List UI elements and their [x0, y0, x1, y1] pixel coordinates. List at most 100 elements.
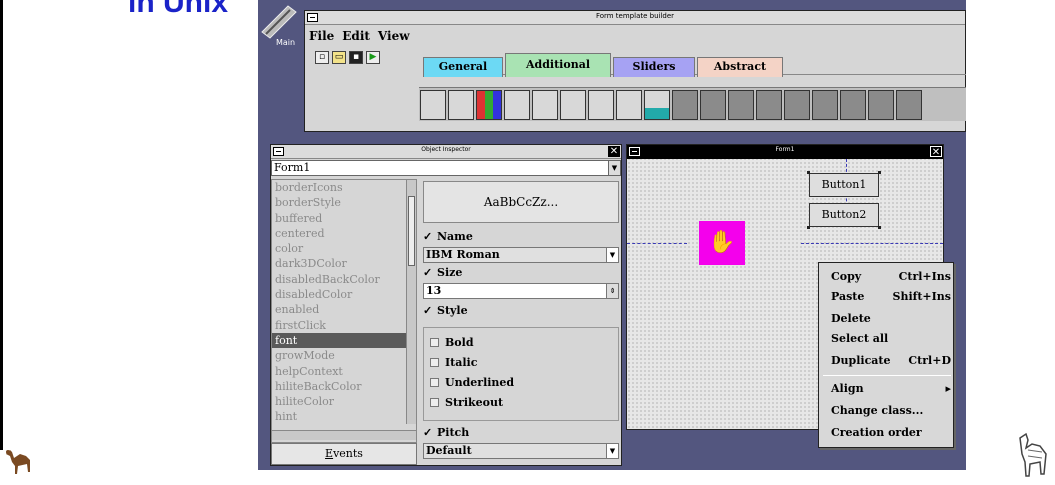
menu-item-change-class[interactable]: Change class... [831, 403, 951, 419]
button2[interactable]: Button2 [809, 203, 879, 227]
menu-item-select-all[interactable]: Select all [831, 331, 951, 347]
style-group: Bold Italic Underlined Strikeout [423, 327, 619, 421]
font-preview-button[interactable]: AaBbCcZz... [423, 181, 619, 223]
checkbox-icon [430, 398, 439, 407]
italic-label: Italic [445, 356, 478, 369]
palette-empty-slot[interactable] [784, 90, 810, 120]
property-item-selected[interactable]: font [272, 332, 416, 349]
chevron-down-icon[interactable]: ▼ [608, 161, 620, 175]
paste-shortcut: Shift+Ins [892, 290, 952, 303]
property-item[interactable]: borderIcons [272, 180, 416, 195]
selection-handle[interactable] [878, 171, 881, 174]
property-item[interactable]: color [272, 241, 416, 256]
property-item[interactable]: growMode [272, 348, 416, 363]
context-menu: Copy Ctrl+Ins Paste Shift+Ins Delete Selec… [818, 262, 954, 448]
palette-button-icon[interactable] [504, 90, 530, 120]
property-item[interactable]: hint [272, 409, 416, 424]
form1-titlebar[interactable]: Form1 ✕ [627, 145, 943, 159]
chevron-down-icon[interactable]: ▼ [606, 248, 618, 262]
camel-logo-left [6, 450, 30, 474]
style-checkbox[interactable]: ✓ Style [423, 303, 619, 319]
property-item[interactable]: hiliteBackColor [272, 379, 416, 394]
tab-sliders[interactable]: Sliders [613, 57, 695, 77]
menu-edit[interactable]: Edit [342, 29, 370, 43]
new-file-icon[interactable]: ▫ [315, 51, 329, 64]
menu-item-paste[interactable]: Paste Shift+Ins [831, 289, 951, 305]
italic-checkbox[interactable]: Italic [430, 356, 477, 370]
events-tab[interactable]: Events [271, 443, 417, 465]
menu-item-duplicate[interactable]: Duplicate Ctrl+D [831, 353, 951, 369]
palette-groupbox-icon[interactable] [588, 90, 614, 120]
pitch-label: Pitch [437, 426, 470, 439]
checkbox-icon [430, 358, 439, 367]
inspector-title: Object Inspector [421, 146, 471, 153]
open-folder-icon[interactable]: ▭ [332, 51, 346, 64]
close-icon[interactable]: ✕ [608, 146, 620, 157]
chevron-down-icon[interactable]: ▼ [606, 444, 618, 458]
copy-shortcut: Ctrl+Ins [898, 270, 951, 283]
menu-item-copy[interactable]: Copy Ctrl+Ins [831, 269, 951, 285]
palette-empty-slot[interactable] [756, 90, 782, 120]
font-name-select[interactable]: IBM Roman ▼ [423, 247, 619, 263]
size-checkbox[interactable]: ✓ Size [423, 265, 619, 281]
save-disk-icon[interactable]: ▪ [349, 51, 363, 64]
palette-empty-slot[interactable] [812, 90, 838, 120]
name-checkbox[interactable]: ✓ Name [423, 229, 619, 245]
inspector-titlebar[interactable]: Object Inspector ✕ [271, 145, 621, 159]
property-item[interactable]: disabledBackColor [272, 272, 416, 287]
menu-item-delete[interactable]: Delete [831, 311, 951, 327]
selection-handle[interactable] [807, 226, 810, 229]
tab-additional[interactable]: Additional [505, 53, 611, 77]
palette-empty-slot[interactable] [700, 90, 726, 120]
palette-empty-slot[interactable] [896, 90, 922, 120]
check-icon: ✓ [423, 426, 433, 439]
slide-left-border [0, 0, 3, 450]
palette-panel-icon[interactable] [560, 90, 586, 120]
selection-handle[interactable] [807, 171, 810, 174]
button1[interactable]: Button1 [809, 173, 879, 197]
property-list-scrollbar[interactable] [406, 180, 416, 424]
property-item[interactable]: disabledColor [272, 287, 416, 302]
property-item[interactable]: centered [272, 226, 416, 241]
spinner-icon[interactable]: ⇕ [606, 284, 618, 298]
palette-image-icon[interactable] [644, 90, 670, 120]
tab-abstract[interactable]: Abstract [697, 57, 783, 77]
palette-empty-slot[interactable] [672, 90, 698, 120]
menu-item-align[interactable]: Align ▸ [831, 381, 951, 397]
menu-file[interactable]: File [309, 29, 334, 43]
name-label: Name [437, 230, 473, 243]
run-play-icon[interactable]: ▶ [366, 51, 380, 64]
property-item[interactable]: enabled [272, 302, 416, 317]
close-icon[interactable]: ✕ [930, 146, 942, 158]
selection-handle[interactable] [878, 226, 881, 229]
pitch-select[interactable]: Default ▼ [423, 443, 619, 459]
form1-title: Form1 [775, 146, 795, 153]
builder-titlebar[interactable]: Form template builder [305, 11, 965, 25]
tab-general[interactable]: General [423, 57, 503, 77]
font-size-spinner[interactable]: 13 ⇕ [423, 283, 619, 299]
underlined-checkbox[interactable]: Underlined [430, 376, 514, 390]
property-item[interactable]: borderStyle [272, 195, 416, 210]
property-item[interactable]: hiliteColor [272, 394, 416, 409]
object-selector[interactable]: Form1 ▼ [271, 160, 621, 176]
property-list-hscrollbar[interactable] [272, 430, 416, 440]
palette-colorgrid-icon[interactable] [476, 90, 502, 120]
scrollbar-thumb[interactable] [408, 196, 415, 266]
palette-empty-slot[interactable] [868, 90, 894, 120]
property-item[interactable]: helpContext [272, 364, 416, 379]
palette-speedbutton-icon[interactable] [420, 90, 446, 120]
palette-empty-slot[interactable] [840, 90, 866, 120]
property-item[interactable]: buffered [272, 211, 416, 226]
menu-view[interactable]: View [378, 29, 410, 43]
palette-memo-icon[interactable] [616, 90, 642, 120]
palette-empty-slot[interactable] [728, 90, 754, 120]
bold-checkbox[interactable]: Bold [430, 336, 474, 350]
menu-item-creation-order[interactable]: Creation order [831, 425, 951, 441]
pitch-checkbox[interactable]: ✓ Pitch [423, 425, 619, 441]
grab-hand-icon[interactable]: ✋ [699, 221, 745, 265]
property-item[interactable]: dark3DColor [272, 256, 416, 271]
property-item[interactable]: firstClick [272, 318, 416, 333]
palette-label-icon[interactable] [448, 90, 474, 120]
palette-listbox-icon[interactable] [532, 90, 558, 120]
strikeout-checkbox[interactable]: Strikeout [430, 396, 503, 410]
